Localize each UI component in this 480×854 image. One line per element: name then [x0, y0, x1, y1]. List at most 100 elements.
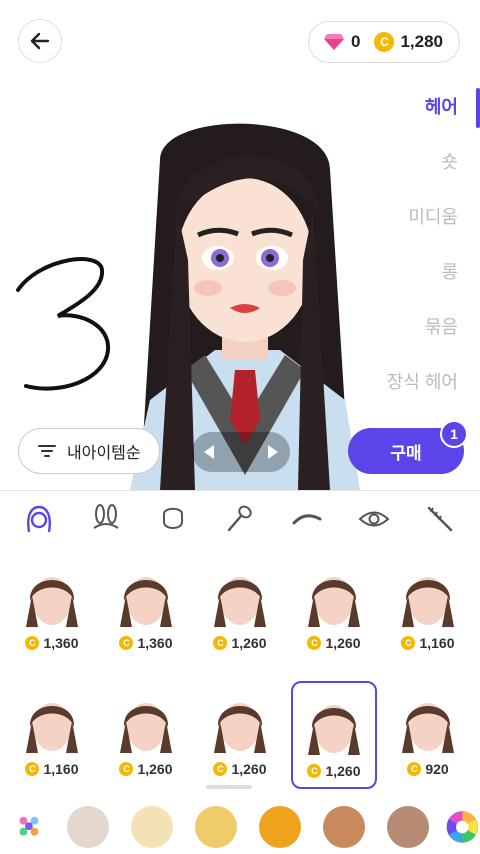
price-value: 1,260: [231, 635, 267, 651]
hair-style-thumbnail: [308, 577, 360, 627]
handwritten-three: [16, 257, 111, 391]
price-value: 1,260: [325, 635, 361, 651]
buy-button[interactable]: 구매 1: [348, 420, 468, 474]
item-price: C 1,260: [213, 635, 267, 651]
bunny-ears-icon: [93, 504, 119, 529]
eye-icon: [358, 511, 390, 527]
arrow-left-icon: [30, 32, 50, 50]
gem-count: 0: [350, 32, 361, 51]
sort-button[interactable]: 내아이템순: [18, 428, 160, 474]
hair-item[interactable]: C 1,260: [291, 681, 377, 789]
tab-makeup[interactable]: [220, 499, 260, 539]
coin-icon: C: [213, 636, 228, 650]
hair-item[interactable]: C 1,260: [291, 555, 377, 663]
price-value: 1,260: [231, 761, 267, 777]
category-hair[interactable]: 헤어: [425, 92, 458, 147]
rotate-right-icon[interactable]: [266, 444, 280, 460]
wallet-display[interactable]: 0 C 1,280: [307, 21, 460, 63]
hair-item[interactable]: C 1,160: [9, 681, 95, 789]
price-value: 1,160: [43, 761, 79, 777]
eyebrow-icon: [292, 514, 322, 525]
hair-item[interactable]: C 1,260: [103, 681, 189, 789]
gem-icon: [323, 34, 344, 50]
palette-dots-icon[interactable]: [14, 807, 45, 847]
item-price: C 1,360: [25, 635, 79, 651]
color-swatch[interactable]: [259, 806, 302, 848]
avatar-stage: 0 C 1,280 헤어 숏 미디움 롱 묶음 장식 헤어 내아이템순 구매 1: [0, 0, 480, 490]
item-price: C 1,260: [307, 763, 361, 779]
color-swatch[interactable]: [67, 806, 110, 848]
category-decor-hair[interactable]: 장식 헤어: [387, 367, 458, 422]
cart-count-badge: 1: [440, 420, 468, 448]
tab-face[interactable]: [153, 499, 193, 539]
coin-icon: C: [119, 636, 134, 650]
color-swatch[interactable]: [387, 806, 430, 848]
item-price: C 1,260: [307, 635, 361, 651]
hair-item[interactable]: C 1,360: [9, 555, 95, 663]
color-swatch[interactable]: [131, 806, 174, 848]
item-price: C 1,160: [25, 761, 79, 777]
price-value: 1,360: [43, 635, 79, 651]
hair-style-thumbnail: [26, 577, 78, 627]
item-panel: C 1,360 C 1,360 C 1,260 C 1,260 C 1,160 C 1,160 C 1,2…: [0, 490, 480, 854]
item-price: C 1,260: [119, 761, 173, 777]
color-swatch-row: [0, 799, 480, 854]
hair-item-grid: C 1,360 C 1,360 C 1,260 C 1,260 C 1,160 C 1,160 C 1,2…: [0, 547, 480, 789]
hair-item[interactable]: C 920: [385, 681, 471, 789]
coin-icon: C: [25, 636, 40, 650]
tab-eyebrow[interactable]: [287, 499, 327, 539]
rotate-left-icon[interactable]: [202, 444, 216, 460]
item-price: C 920: [407, 761, 449, 777]
hair-style-thumbnail: [402, 703, 454, 753]
price-value: 1,260: [325, 763, 361, 779]
panel-drag-handle[interactable]: [206, 785, 252, 789]
color-wheel-icon[interactable]: [445, 805, 480, 849]
tab-accessory[interactable]: [86, 499, 126, 539]
coin-icon: C: [407, 762, 422, 776]
category-long[interactable]: 롱: [441, 257, 458, 312]
tab-eye[interactable]: [354, 499, 394, 539]
color-swatch[interactable]: [195, 806, 238, 848]
buy-label: 구매: [390, 443, 422, 463]
tab-hair[interactable]: [19, 499, 59, 539]
hair-item[interactable]: C 1,160: [385, 555, 471, 663]
price-value: 1,160: [419, 635, 455, 651]
coin-count: 1,280: [400, 32, 443, 51]
hair-category-list: 헤어 숏 미디움 롱 묶음 장식 헤어: [387, 92, 458, 422]
item-price: C 1,360: [119, 635, 173, 651]
face-shape-icon: [163, 507, 184, 529]
coin-icon: C: [307, 764, 322, 778]
coin-icon: C: [401, 636, 416, 650]
color-swatch[interactable]: [323, 806, 366, 848]
category-scroll-indicator: [476, 88, 480, 128]
price-value: 920: [425, 761, 449, 777]
hair-style-thumbnail: [120, 703, 172, 753]
coin-icon: C: [25, 762, 40, 776]
parts-tab-bar: [0, 491, 480, 547]
price-value: 1,360: [137, 635, 173, 651]
category-tied[interactable]: 묶음: [425, 312, 458, 367]
hair-icon: [27, 505, 52, 533]
sort-label: 내아이템순: [67, 445, 141, 462]
category-medium[interactable]: 미디움: [408, 202, 458, 257]
hair-style-thumbnail: [214, 703, 266, 753]
rotate-control[interactable]: [192, 432, 290, 472]
coin-icon: C: [374, 32, 395, 52]
hair-item[interactable]: C 1,360: [103, 555, 189, 663]
coin-icon: C: [119, 762, 134, 776]
hair-style-thumbnail: [120, 577, 172, 627]
item-price: C 1,160: [401, 635, 455, 651]
hair-item[interactable]: C 1,260: [197, 681, 283, 789]
hair-item[interactable]: C 1,260: [197, 555, 283, 663]
mascara-icon: [428, 506, 453, 532]
makeup-brush-icon: [227, 505, 252, 532]
coin-icon: C: [213, 762, 228, 776]
filter-icon: [38, 445, 56, 457]
hair-style-thumbnail: [26, 703, 78, 753]
back-button[interactable]: [18, 19, 62, 63]
tab-lashes[interactable]: [420, 499, 460, 539]
hair-style-thumbnail: [214, 577, 266, 627]
category-short[interactable]: 숏: [441, 147, 458, 202]
price-value: 1,260: [137, 761, 173, 777]
coin-icon: C: [307, 636, 322, 650]
